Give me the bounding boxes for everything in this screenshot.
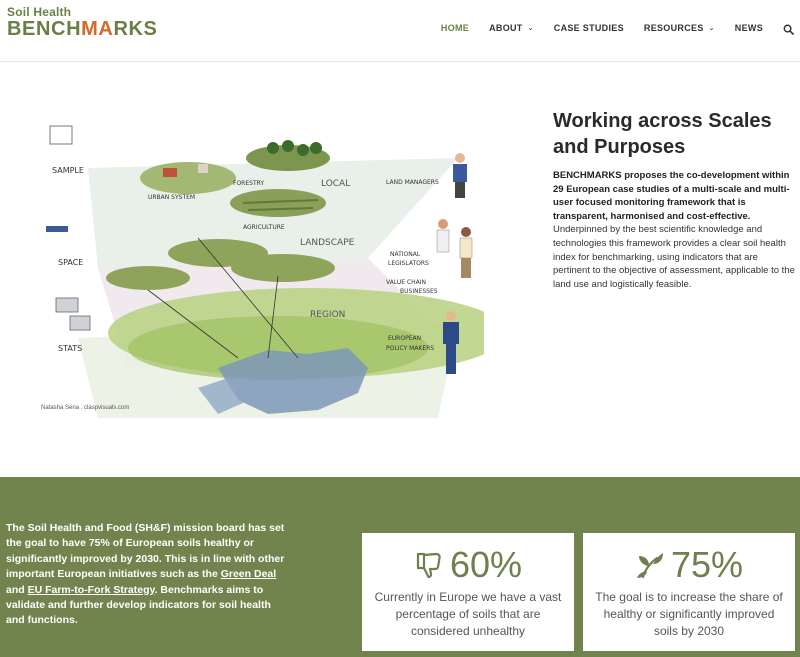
nav-news[interactable]: NEWS [735,23,763,33]
logo-title: BENCHMARKS [7,18,158,40]
search-icon[interactable] [783,22,795,35]
section-description: BENCHMARKS proposes the co-development w… [553,169,797,291]
main-nav: HOME ABOUT ⌄ CASE STUDIES RESOURCES ⌄ NEWS [421,22,795,35]
label-local: LOCAL [321,179,350,189]
label-land-managers: LAND MANAGERS [386,179,439,186]
label-stats: STATS [58,344,82,353]
chevron-down-icon: ⌄ [527,25,534,32]
nav-case-studies[interactable]: CASE STUDIES [554,23,624,33]
stat-value: 75% [670,544,744,585]
label-policy-makers: POLICY MAKERS [386,345,434,352]
nav-resources[interactable]: RESOURCES ⌄ [644,23,715,33]
label-agriculture: AGRICULTURE [243,224,285,231]
description-text: Underpinned by the best scientific knowl… [553,224,795,290]
label-european: EUROPEAN [388,335,421,342]
label-national: NATIONAL [390,251,421,258]
mission-section: The Soil Health and Food (SH&F) mission … [0,477,800,657]
mission-text: The Soil Health and Food (SH&F) mission … [6,522,285,627]
illustration-credit: Natasha Sena . claspvisuals.com [41,405,130,411]
label-urban: URBAN SYSTEM [148,194,195,201]
label-landscape: LANDSCAPE [300,238,355,248]
nav-about[interactable]: ABOUT ⌄ [489,23,534,33]
green-deal-link[interactable]: Green Deal [221,568,276,580]
nav-home[interactable]: HOME [441,23,469,33]
stat-text: Currently in Europe we have a vast perce… [374,590,562,638]
sprout-icon [636,553,663,579]
stat-card: 60% Currently in Europe we have a vast p… [362,533,574,651]
label-sample: SAMPLE [52,166,84,175]
chevron-down-icon: ⌄ [708,25,715,32]
thumbs-down-icon [416,552,441,579]
stat-card: 75% The goal is to increase the share of… [583,533,795,651]
scales-illustration: SAMPLE SPACE STATS URBAN SYSTEM FORESTRY… [46,125,484,418]
stat-value: 60% [449,544,523,585]
description-bold: BENCHMARKS proposes the co-development w… [553,170,790,222]
label-forestry: FORESTRY [233,180,264,187]
label-space: SPACE [58,258,83,267]
stat-text: The goal is to increase the share of hea… [595,590,783,638]
site-logo[interactable]: Soil Health BENCHMARKS [7,6,157,39]
label-businesses: BUSINESSES [400,288,438,295]
label-value-chain: VALUE CHAIN [386,279,426,286]
farm-to-fork-link[interactable]: EU Farm-to-Fork Strategy [28,584,155,596]
label-region: REGION [310,310,345,320]
label-legislators: LEGISLATORS [388,260,429,267]
logo-subtitle: Soil Health [7,5,72,19]
site-header: Soil Health BENCHMARKS HOME ABOUT ⌄ CASE … [0,0,800,62]
section-title: Working across Scales and Purposes [553,110,772,158]
